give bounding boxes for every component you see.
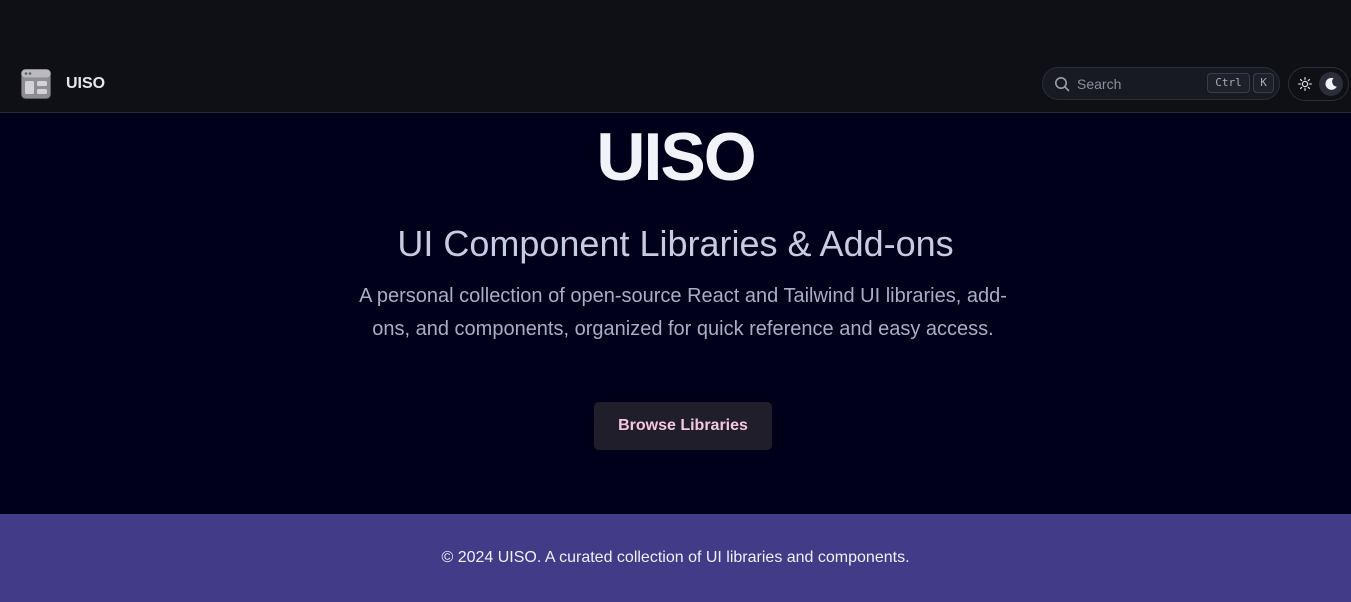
hero-description: A personal collection of open-source Rea… — [359, 285, 1007, 340]
hero-title: UISO — [596, 119, 756, 195]
dark-theme-button[interactable] — [1319, 72, 1343, 96]
theme-toggle — [1288, 67, 1349, 101]
top-strip — [0, 0, 1351, 55]
search-button[interactable]: Search Ctrl K — [1042, 67, 1280, 100]
search-label: Search — [1077, 76, 1122, 92]
navbar: UISO Search Ctrl K — [0, 55, 1351, 113]
footer: © 2024 UISO. A curated collection of UI … — [0, 514, 1351, 602]
hero-subtitle: UI Component Libraries & Add-ons — [397, 223, 954, 264]
brand-name[interactable]: UISO — [66, 74, 105, 94]
footer-copyright: © 2024 UISO. A curated collection of UI … — [441, 549, 910, 566]
layout-window-icon[interactable] — [21, 69, 51, 99]
shortcut-ctrl-key: Ctrl — [1207, 73, 1250, 93]
light-theme-button[interactable] — [1293, 72, 1317, 96]
shortcut-k-key: K — [1253, 73, 1274, 93]
search-icon — [1054, 76, 1070, 92]
browse-libraries-button[interactable]: Browse Libraries — [594, 402, 772, 450]
